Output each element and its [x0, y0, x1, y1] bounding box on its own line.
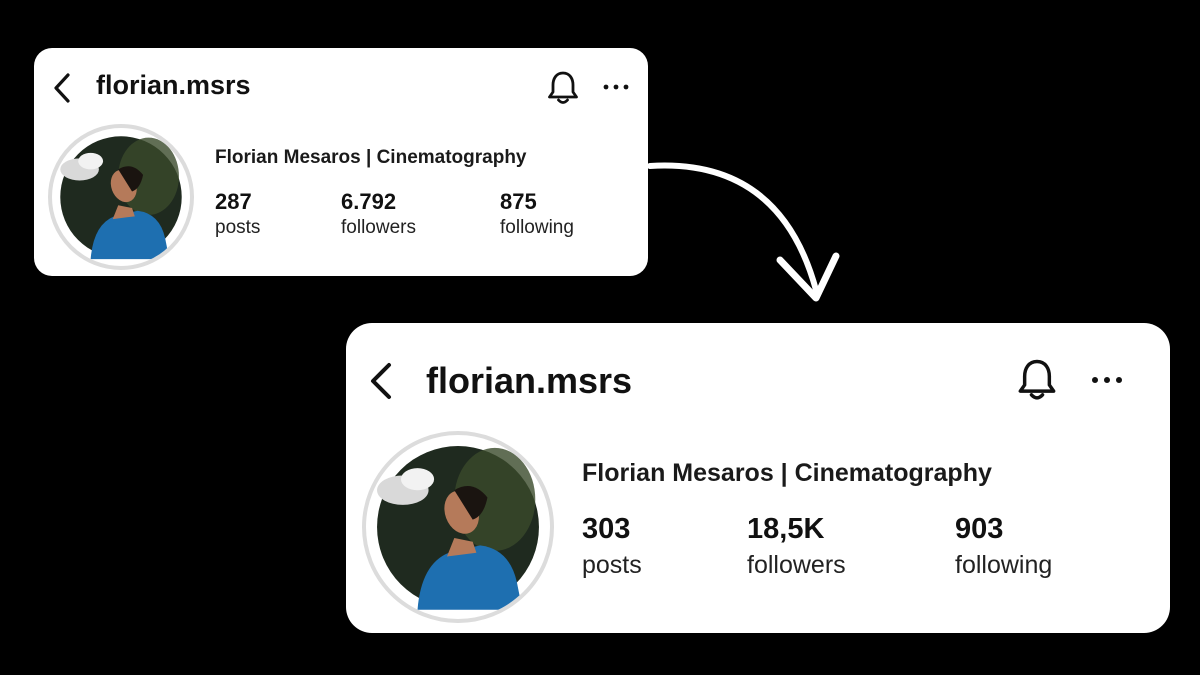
- stat-followers-count[interactable]: 18,5K: [747, 513, 824, 546]
- back-chevron-icon[interactable]: [368, 361, 394, 401]
- stat-followers-label[interactable]: followers: [747, 551, 846, 580]
- profile-card-after: florian.msrs Florian Mesaros | Cinematog…: [346, 323, 1170, 633]
- profile-username: florian.msrs: [96, 70, 251, 100]
- profile-card-before: florian.msrs Florian Mesaros | Cinematog…: [34, 48, 648, 276]
- profile-full-name: Florian Mesaros | Cinematography: [582, 459, 992, 487]
- stat-posts-count: 287: [215, 189, 252, 214]
- curved-arrow-icon: [640, 150, 850, 310]
- more-icon[interactable]: [1091, 376, 1123, 384]
- avatar[interactable]: [362, 431, 554, 623]
- stat-following-label[interactable]: following: [500, 217, 574, 239]
- stat-posts-label: posts: [215, 217, 261, 238]
- stat-followers-count[interactable]: 6.792: [341, 189, 396, 215]
- avatar[interactable]: [48, 124, 194, 270]
- stat-following-count[interactable]: 903: [955, 513, 1003, 546]
- stat-following-count[interactable]: 875: [500, 189, 537, 215]
- stat-posts-count: 303: [582, 513, 631, 545]
- more-icon[interactable]: [603, 84, 629, 90]
- stat-followers-label[interactable]: followers: [341, 217, 416, 239]
- back-chevron-icon[interactable]: [52, 72, 72, 104]
- stat-following-label[interactable]: following: [955, 551, 1052, 580]
- profile-username: florian.msrs: [426, 360, 633, 401]
- bell-icon[interactable]: [1016, 357, 1058, 403]
- stat-posts-label: posts: [582, 551, 642, 579]
- profile-full-name: Florian Mesaros | Cinematography: [215, 147, 527, 168]
- bell-icon[interactable]: [546, 70, 580, 106]
